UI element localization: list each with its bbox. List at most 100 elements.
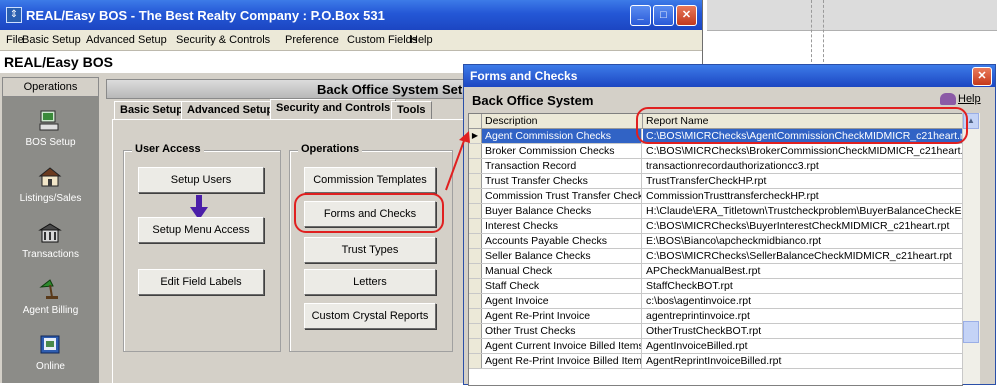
row-header[interactable] <box>469 324 482 338</box>
table-row[interactable]: Staff Check StaffCheckBOT.rpt <box>469 279 962 294</box>
nav-item-bos-setup[interactable]: BOS Setup <box>2 101 99 157</box>
vertical-scrollbar[interactable]: ▲ <box>962 113 980 384</box>
cell-description[interactable]: Agent Re-Print Invoice <box>482 309 642 323</box>
cell-report-name[interactable]: StaffCheckBOT.rpt <box>643 279 962 293</box>
cell-description[interactable]: Broker Commission Checks <box>482 144 642 158</box>
setup-users-button[interactable]: Setup Users <box>138 167 264 193</box>
table-row[interactable]: Agent Invoice c:\bos\agentinvoice.rpt <box>469 294 962 309</box>
nav-item-online[interactable]: Online <box>2 325 99 381</box>
cell-description[interactable]: Agent Re-Print Invoice Billed Items <box>482 354 642 368</box>
table-row[interactable]: Agent Re-Print Invoice agentreprintinvoic… <box>469 309 962 324</box>
menu-help[interactable]: Help <box>410 34 433 46</box>
row-header[interactable] <box>469 309 482 323</box>
table-row[interactable]: Interest Checks C:\BOS\MICRChecks\BuyerIn… <box>469 219 962 234</box>
table-row[interactable]: Buyer Balance Checks H:\Claude\ERA_Titlet… <box>469 204 962 219</box>
background-window-strip <box>707 0 997 31</box>
nav-item-transactions[interactable]: Transactions <box>2 213 99 269</box>
table-row[interactable]: Transaction Record transactionrecordautho… <box>469 159 962 174</box>
cell-description[interactable]: Manual Check <box>482 264 642 278</box>
book-icon <box>40 335 60 354</box>
row-header[interactable] <box>469 144 482 158</box>
edit-field-labels-button[interactable]: Edit Field Labels <box>138 269 264 295</box>
table-row[interactable]: Trust Transfer Checks TrustTransferCheckH… <box>469 174 962 189</box>
cell-description[interactable]: Agent Invoice <box>482 294 642 308</box>
current-row-indicator[interactable]: ▶ <box>469 129 482 143</box>
cell-report-name[interactable]: H:\Claude\ERA_Titletown\Trustcheckproble… <box>643 204 962 218</box>
nav-item-listings-sales[interactable]: Listings/Sales <box>2 157 99 213</box>
computer-icon <box>39 110 59 131</box>
row-header[interactable] <box>469 159 482 173</box>
cell-description[interactable]: Accounts Payable Checks <box>482 234 642 248</box>
table-row[interactable]: Agent Current Invoice Billed Items AgentI… <box>469 339 962 354</box>
row-header[interactable] <box>469 279 482 293</box>
table-row[interactable]: Manual Check APCheckManualBest.rpt <box>469 264 962 279</box>
minimize-button[interactable]: _ <box>630 5 651 26</box>
tab-security-controls[interactable]: Security and Controls <box>270 99 397 120</box>
dialog-close-button[interactable]: ✕ <box>972 67 992 86</box>
help-link[interactable]: Help <box>940 93 981 106</box>
row-header[interactable] <box>469 264 482 278</box>
table-row[interactable]: Commission Trust Transfer Checks Commissi… <box>469 189 962 204</box>
cell-report-name[interactable]: AgentInvoiceBilled.rpt <box>643 339 962 353</box>
cell-report-name[interactable]: transactionrecordauthorizationcc3.rpt <box>643 159 962 173</box>
table-row[interactable]: Accounts Payable Checks E:\BOS\Bianco\apc… <box>469 234 962 249</box>
trust-types-button[interactable]: Trust Types <box>304 237 436 263</box>
commission-templates-button[interactable]: Commission Templates <box>304 167 436 193</box>
cell-description[interactable]: Other Trust Checks <box>482 324 642 338</box>
table-row[interactable]: Broker Commission Checks C:\BOS\MICRCheck… <box>469 144 962 159</box>
row-header[interactable] <box>469 339 482 353</box>
nav-label: Online <box>36 361 65 372</box>
cell-description[interactable]: Agent Current Invoice Billed Items <box>482 339 642 353</box>
cell-report-name[interactable]: agentreprintinvoice.rpt <box>643 309 962 323</box>
custom-crystal-reports-button[interactable]: Custom Crystal Reports <box>304 303 436 329</box>
row-header[interactable] <box>469 174 482 188</box>
row-header[interactable] <box>469 354 482 368</box>
cell-report-name[interactable]: C:\BOS\MICRChecks\BrokerCommissionCheckM… <box>643 144 962 158</box>
row-header[interactable] <box>469 294 482 308</box>
operations-header[interactable]: Operations <box>2 77 99 97</box>
cell-report-name[interactable]: TrustTransferCheckHP.rpt <box>643 174 962 188</box>
row-header[interactable] <box>469 234 482 248</box>
table-row[interactable]: Agent Re-Print Invoice Billed Items Agent… <box>469 354 962 369</box>
maximize-button[interactable]: □ <box>653 5 674 26</box>
close-button[interactable]: ✕ <box>676 5 697 26</box>
row-header[interactable] <box>469 219 482 233</box>
cell-report-name[interactable]: AgentReprintInvoiceBilled.rpt <box>643 354 962 368</box>
row-header[interactable] <box>469 189 482 203</box>
menu-basic-setup[interactable]: Basic Setup <box>22 34 81 46</box>
menu-custom-fields[interactable]: Custom Fields <box>347 34 417 46</box>
cell-report-name[interactable]: c:\bos\agentinvoice.rpt <box>643 294 962 308</box>
cell-description[interactable]: Seller Balance Checks <box>482 249 642 263</box>
cell-description[interactable]: Interest Checks <box>482 219 642 233</box>
table-row[interactable]: Other Trust Checks OtherTrustCheckBOT.rpt <box>469 324 962 339</box>
menu-security-controls[interactable]: Security & Controls <box>176 34 270 46</box>
cell-report-name[interactable]: APCheckManualBest.rpt <box>643 264 962 278</box>
cell-description[interactable]: Staff Check <box>482 279 642 293</box>
cell-description[interactable]: Trust Transfer Checks <box>482 174 642 188</box>
nav-item-agent-billing[interactable]: Agent Billing <box>2 269 99 325</box>
cell-report-name[interactable]: OtherTrustCheckBOT.rpt <box>643 324 962 338</box>
tab-tools[interactable]: Tools <box>391 101 432 119</box>
cell-report-name[interactable]: CommissionTrusttransfercheckHP.rpt <box>643 189 962 203</box>
row-header[interactable] <box>469 204 482 218</box>
cell-report-name[interactable]: C:\BOS\MICRChecks\SellerBalanceCheckMIDM… <box>643 249 962 263</box>
cell-report-name[interactable]: E:\BOS\Bianco\apcheckmidbianco.rpt <box>643 234 962 248</box>
row-header[interactable] <box>469 249 482 263</box>
cell-description[interactable]: Commission Trust Transfer Checks <box>482 189 642 203</box>
setup-menu-access-button[interactable]: Setup Menu Access <box>138 217 264 243</box>
tab-advanced-setup[interactable]: Advanced Setup <box>181 101 280 119</box>
column-header-description[interactable]: Description <box>482 114 643 128</box>
cell-description[interactable]: Agent Commission Checks <box>482 129 642 143</box>
menu-advanced-setup[interactable]: Advanced Setup <box>86 34 167 46</box>
cell-description[interactable]: Buyer Balance Checks <box>482 204 642 218</box>
panel-title: Back Office System Set <box>317 82 463 97</box>
app-icon: ⇕ <box>6 7 22 23</box>
tab-basic-setup[interactable]: Basic Setup <box>114 101 189 119</box>
cell-report-name[interactable]: C:\BOS\MICRChecks\BuyerInterestCheckMIDM… <box>643 219 962 233</box>
nav-label: Transactions <box>22 249 79 260</box>
table-row[interactable]: Seller Balance Checks C:\BOS\MICRChecks\S… <box>469 249 962 264</box>
letters-button[interactable]: Letters <box>304 269 436 295</box>
scroll-thumb[interactable] <box>963 321 979 343</box>
cell-description[interactable]: Transaction Record <box>482 159 642 173</box>
menu-preference[interactable]: Preference <box>285 34 339 46</box>
